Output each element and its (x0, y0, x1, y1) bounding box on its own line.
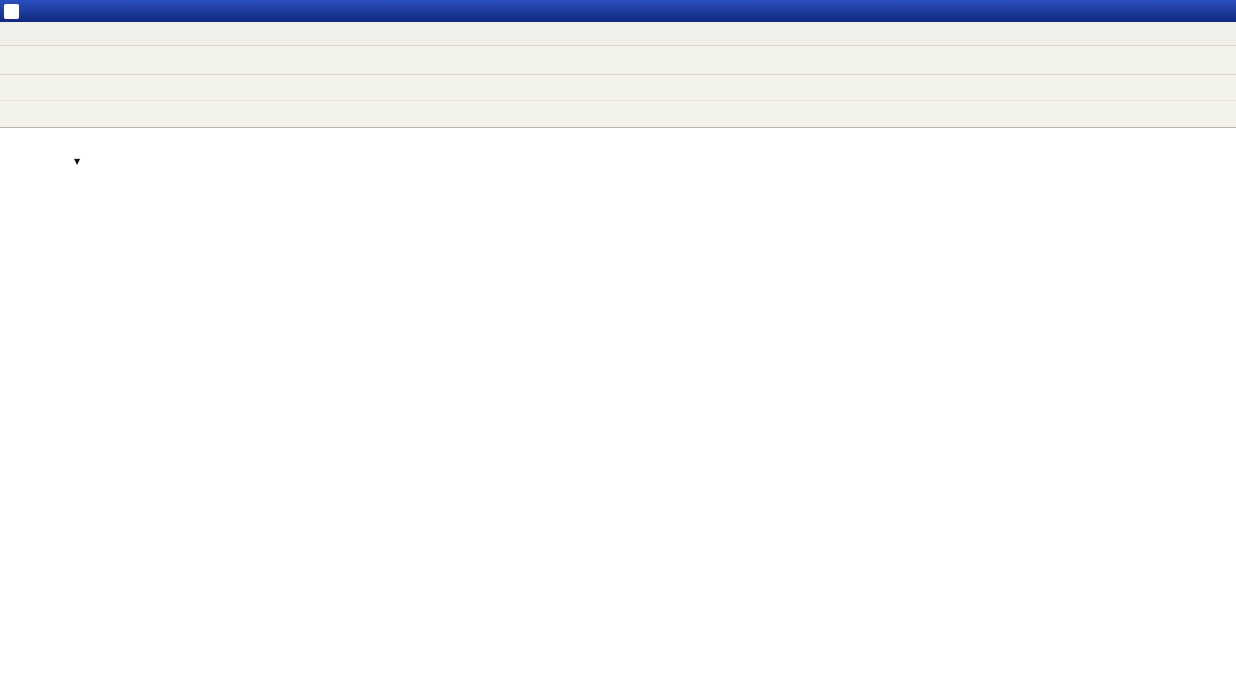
app-window: ▼ (0, 0, 1236, 683)
title-bar[interactable] (0, 0, 1236, 22)
icon-toolbar-row-2 (0, 101, 1236, 128)
icon-toolbar-row-1 (0, 75, 1236, 101)
menu-bar (0, 22, 1236, 46)
main-toolbar (0, 46, 1236, 75)
kline-type-caret-icon[interactable]: ▼ (74, 157, 80, 166)
app-logo-icon (4, 4, 19, 19)
